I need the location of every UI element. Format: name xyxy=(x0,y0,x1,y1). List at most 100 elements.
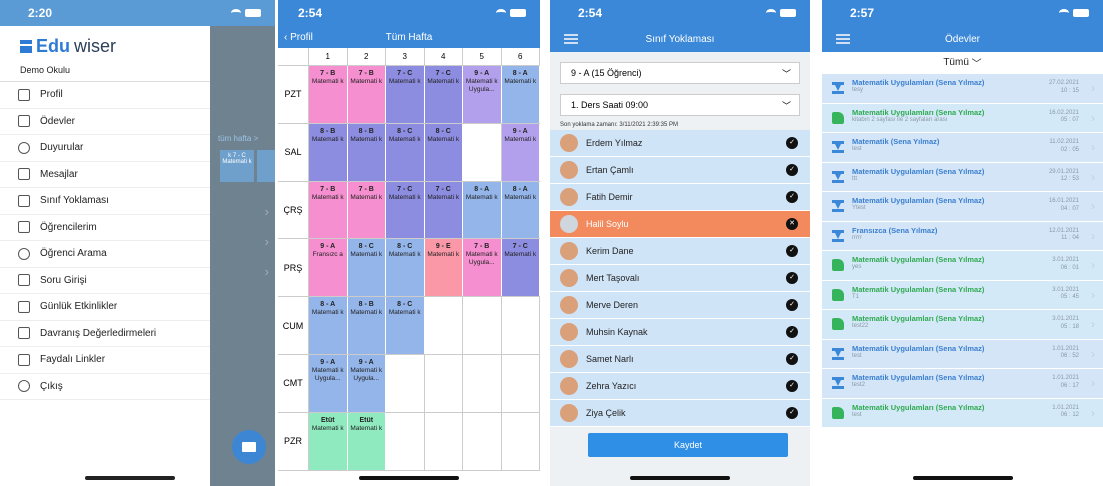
homework-item[interactable]: Matematik Uygulamları (Sena Yılmaz) ttt 29… xyxy=(822,162,1103,192)
schedule-cell[interactable]: 8 - B Matemati k xyxy=(347,297,386,354)
student-row[interactable]: Muhsin Kaynak ✓ xyxy=(550,319,810,346)
homework-item[interactable]: Matematik (Sena Yılmaz) test 11.02.2021 02 … xyxy=(822,133,1103,163)
schedule-cell[interactable]: 7 - B Matemati k xyxy=(347,66,386,123)
schedule-cell xyxy=(463,354,502,412)
schedule-cell[interactable]: 7 - B Matemati k Uygula... xyxy=(463,239,502,297)
homework-date-time: 05 : 45 xyxy=(1060,294,1079,301)
student-row[interactable]: Ertan Çamlı ✓ xyxy=(550,157,810,184)
homework-item[interactable]: Matematik Uygulamları (Sena Yılmaz) kitab… xyxy=(822,103,1103,133)
day-label: PZR xyxy=(278,412,309,470)
menu-item[interactable]: Duyurular xyxy=(0,135,210,162)
menu-item[interactable]: Sınıf Yoklaması xyxy=(0,188,210,215)
menu-item[interactable]: Öğrencilerim xyxy=(0,215,210,241)
present-check-icon[interactable]: ✓ xyxy=(786,245,798,257)
absent-x-icon[interactable]: ✕ xyxy=(786,218,798,230)
student-row[interactable]: Ziya Çelik ✓ xyxy=(550,400,810,427)
schedule-cell[interactable]: 8 - C Matemati k xyxy=(424,123,463,181)
schedule-cell[interactable]: 8 - C Matemati k xyxy=(386,239,425,297)
menu-item[interactable]: Çıkış xyxy=(0,374,210,400)
schedule-cell[interactable]: 8 - B Matemati k xyxy=(309,123,348,181)
dimmed-background[interactable]: tüm hafta > k 7 - C Matemati k › › › xyxy=(210,26,275,486)
schedule-cell[interactable]: Etüt Matemati k xyxy=(309,412,348,470)
menu-item[interactable]: Soru Girişi xyxy=(0,268,210,294)
back-button[interactable]: ‹ Profil xyxy=(284,32,313,43)
schedule-cell[interactable]: 9 - A Matemati k xyxy=(501,123,540,181)
schedule-cell[interactable]: 7 - C Matemati k xyxy=(424,181,463,239)
schedule-cell[interactable]: 9 - A Matemati k Uygula... xyxy=(347,354,386,412)
schedule-cell[interactable]: 7 - C Matemati k xyxy=(386,66,425,123)
schedule-row: PRŞ 9 - A Fransızc a8 - C Matemati k8 - C Ma… xyxy=(278,239,540,298)
menu-item[interactable]: Ödevler xyxy=(0,109,210,135)
schedule-cell[interactable]: 8 - A Matemati k xyxy=(501,181,540,239)
schedule-cell[interactable]: 9 - E Matemati k xyxy=(424,239,463,297)
schedule-cell[interactable]: 7 - B Matemati k xyxy=(309,66,348,123)
battery-icon xyxy=(245,9,261,17)
cell-class: 9 - A xyxy=(320,243,336,251)
hamburger-menu-icon[interactable] xyxy=(836,34,850,44)
menu-item[interactable]: Faydalı Linkler xyxy=(0,347,210,374)
cell-class: 7 - B xyxy=(358,70,374,77)
schedule-cell[interactable]: 8 - C Matemati k xyxy=(386,123,425,181)
battery-icon xyxy=(1073,9,1089,17)
schedule-cell[interactable]: 8 - A Matemati k xyxy=(309,297,348,354)
schedule-cell[interactable]: 9 - A Fransızc a xyxy=(309,239,348,297)
homework-item[interactable]: Matematik Uygulamları (Sena Yılmaz) test 1… xyxy=(822,398,1103,428)
homework-item[interactable]: Matematik Uygulamları (Sena Yılmaz) test2… xyxy=(822,369,1103,399)
cell-subject: Matemati k Uygula... xyxy=(465,78,498,93)
student-row[interactable]: Mert Taşovalı ✓ xyxy=(550,265,810,292)
student-row[interactable]: Zehra Yazıcı ✓ xyxy=(550,373,810,400)
schedule-cell[interactable]: 7 - C Matemati k xyxy=(501,239,540,297)
schedule-cell[interactable]: Etüt Matemati k xyxy=(347,412,386,470)
student-row[interactable]: Fatih Demir ✓ xyxy=(550,184,810,211)
student-row[interactable]: Samet Narlı ✓ xyxy=(550,346,810,373)
cell-subject: Matemati k xyxy=(388,251,421,259)
homework-item[interactable]: Matematik Uygulamları (Sena Yılmaz) test2… xyxy=(822,310,1103,340)
save-button[interactable]: Kaydet xyxy=(588,433,788,457)
menu-item[interactable]: Mesajlar xyxy=(0,162,210,188)
present-check-icon[interactable]: ✓ xyxy=(786,353,798,365)
homework-item[interactable]: Matematik Uygulamları (Sena Yılmaz) Ytest… xyxy=(822,192,1103,222)
homework-item[interactable]: Matematik Uygulamları (Sena Yılmaz) test 1… xyxy=(822,339,1103,369)
present-check-icon[interactable]: ✓ xyxy=(786,137,798,149)
schedule-cell[interactable]: 8 - C Matemati k xyxy=(386,297,425,354)
homework-item[interactable]: Fransızca (Sena Yılmaz) rrrrr 12.01.2021 11… xyxy=(822,221,1103,251)
schedule-cell[interactable]: 8 - A Matemati k xyxy=(463,181,502,239)
schedule-cell[interactable]: 8 - A Matemati k xyxy=(501,66,540,123)
homework-item[interactable]: Matematik Uygulamları (Sena Yılmaz) T1 3.0… xyxy=(822,280,1103,310)
schedule-cell[interactable]: 8 - B Matemati k xyxy=(347,123,386,181)
homework-desc: rrrrr xyxy=(852,234,862,241)
class-select[interactable]: 9 - A (15 Öğrenci) ﹀ xyxy=(560,62,800,84)
chevron-right-icon: › xyxy=(1091,110,1095,125)
menu-item[interactable]: Davranış Değerledirmeleri xyxy=(0,321,210,347)
present-check-icon[interactable]: ✓ xyxy=(786,407,798,419)
student-row[interactable]: Merve Deren ✓ xyxy=(550,292,810,319)
schedule-cell[interactable]: 8 - C Matemati k xyxy=(347,239,386,297)
present-check-icon[interactable]: ✓ xyxy=(786,164,798,176)
present-check-icon[interactable]: ✓ xyxy=(786,191,798,203)
schedule-cell[interactable]: 7 - B Matemati k xyxy=(347,181,386,239)
present-check-icon[interactable]: ✓ xyxy=(786,272,798,284)
present-check-icon[interactable]: ✓ xyxy=(786,380,798,392)
schedule-cell[interactable]: 7 - C Matemati k xyxy=(424,66,463,123)
homework-title: Matematik Uygulamları (Sena Yılmaz) xyxy=(852,255,985,264)
filter-dropdown[interactable]: Tümü ﹀ xyxy=(822,52,1103,72)
hamburger-menu-icon[interactable] xyxy=(564,34,578,44)
menu-item[interactable]: Günlük Etkinlikler xyxy=(0,294,210,321)
schedule-cell[interactable]: 7 - C Matemati k xyxy=(386,181,425,239)
student-row[interactable]: Kerim Dane ✓ xyxy=(550,238,810,265)
homework-item[interactable]: Matematik Uygulamları (Sena Yılmaz) tesy 2… xyxy=(822,74,1103,104)
present-check-icon[interactable]: ✓ xyxy=(786,299,798,311)
present-check-icon[interactable]: ✓ xyxy=(786,326,798,338)
student-row[interactable]: Erdem Yılmaz ✓ xyxy=(550,130,810,157)
schedule-cell[interactable]: 9 - A Matemati k Uygula... xyxy=(463,66,502,123)
homework-item[interactable]: Matematik Uygulamları (Sena Yılmaz) yes 3.… xyxy=(822,251,1103,281)
menu-item[interactable]: Öğrenci Arama xyxy=(0,241,210,268)
schedule-cell[interactable]: 9 - A Matemati k Uygula... xyxy=(309,354,348,412)
menu-item[interactable]: Profil xyxy=(0,82,210,109)
schedule-cell[interactable]: 7 - B Matemati k xyxy=(309,181,348,239)
lesson-select[interactable]: 1. Ders Saati 09:00 ﹀ xyxy=(560,94,800,116)
student-row[interactable]: Halil Soylu ✕ xyxy=(550,211,810,238)
message-fab-button[interactable] xyxy=(232,430,266,464)
status-bar: 2:54 xyxy=(550,0,810,26)
cell-subject: Matemati k xyxy=(504,135,537,143)
